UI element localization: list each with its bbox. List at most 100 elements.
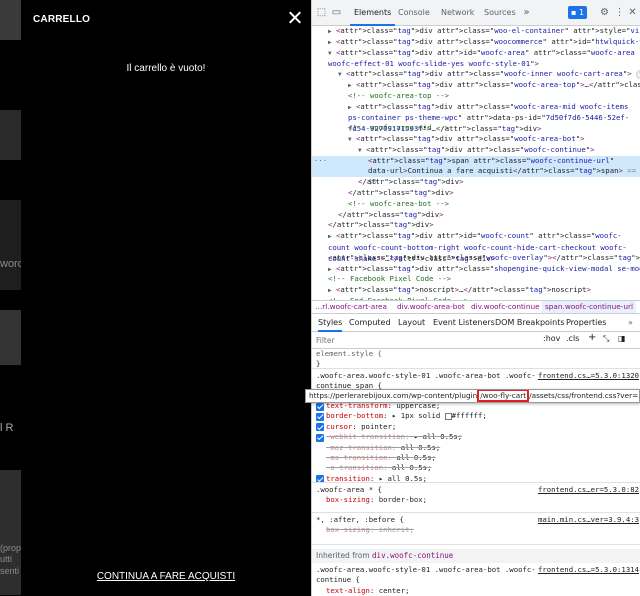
tab-sources[interactable]: Sources bbox=[480, 0, 520, 26]
color-swatch[interactable] bbox=[444, 412, 452, 420]
property-value: border-box; bbox=[378, 495, 428, 505]
kebab-menu-icon[interactable]: ⋮ bbox=[613, 6, 626, 19]
dom-node[interactable]: ▼ <attr">class="tag">div attr">class="woo… bbox=[312, 134, 640, 145]
css-property-overridden[interactable]: -webkit-transition: ▸ all 0.5s; bbox=[316, 432, 487, 442]
css-property[interactable]: cursor: pointer; bbox=[316, 422, 487, 432]
close-devtools-icon[interactable]: ✕ bbox=[626, 6, 639, 19]
gear-icon[interactable]: ⚙ bbox=[598, 6, 611, 19]
css-property-overridden[interactable]: box-sizing: inherit; bbox=[316, 525, 640, 535]
property-checkbox[interactable] bbox=[316, 412, 324, 421]
dom-node[interactable]: ▶ <attr">class="tag">noscript>…</attr">cl… bbox=[312, 285, 640, 296]
tab-dom-breakpoints[interactable]: DOM Breakpoints bbox=[495, 314, 565, 332]
hover-state-toggle[interactable]: :hov bbox=[543, 334, 560, 343]
dom-node[interactable]: ▶ <attr">class="tag">div attr">class="woo… bbox=[312, 37, 640, 48]
css-property[interactable]: text-align: center; bbox=[316, 586, 640, 596]
dom-node[interactable]: <attr">class="tag">div attr">class="woof… bbox=[312, 253, 640, 264]
tab-properties[interactable]: Properties bbox=[566, 314, 606, 332]
dom-node[interactable]: ▶ <attr">class="tag">div attr">id="woofc-… bbox=[312, 231, 640, 263]
dom-node-selected[interactable]: <attr">class="tag">span attr">class="woo… bbox=[312, 155, 640, 186]
rule-selector: .woofc-area.woofc-style-01 .woofc-area-b… bbox=[316, 565, 536, 585]
device-toolbar-icon[interactable]: ▭ bbox=[330, 6, 343, 19]
property-value: ▸ all 0.5s; bbox=[378, 473, 428, 483]
expand-toggle-icon[interactable]: ▶ bbox=[348, 103, 356, 114]
dom-node[interactable]: <!-- woofc-area-mid --> bbox=[312, 123, 640, 134]
styles-filter-bar: :hov .cls + ⤡ ◨ bbox=[312, 332, 640, 349]
property-value: ▸ all 0.5s; bbox=[413, 432, 463, 442]
tab-layout[interactable]: Layout bbox=[398, 314, 425, 332]
class-toggle[interactable]: .cls bbox=[566, 334, 579, 343]
property-checkbox[interactable] bbox=[316, 433, 324, 442]
styles-tabbar: Styles Computed Layout Event Listeners D… bbox=[312, 314, 640, 332]
property-checkbox[interactable] bbox=[316, 423, 324, 432]
dom-node[interactable]: ▶ <attr">class="tag">div attr">class="woo… bbox=[312, 80, 640, 91]
more-tabs-icon[interactable]: » bbox=[520, 6, 533, 19]
paint-icon[interactable]: ⤡ bbox=[603, 334, 609, 344]
property-name: border-bottom bbox=[326, 411, 384, 421]
rule-source-link[interactable]: frontend.cs…er=5.3.0:82 bbox=[538, 485, 639, 495]
messages-badge[interactable]: ▪ 1 bbox=[568, 6, 588, 19]
breadcrumb-item[interactable]: …rl.woofc-cart-area bbox=[312, 301, 390, 313]
tab-styles[interactable]: Styles bbox=[318, 314, 343, 332]
css-property-overridden[interactable]: -o-transition: all 0.5s; bbox=[316, 463, 487, 473]
css-rule-woofc-area-all: frontend.cs…er=5.3.0:82 .woofc-area * { … bbox=[312, 485, 640, 513]
dom-node[interactable]: ▶ <attr">class="tag">div attr">class="sho… bbox=[312, 264, 640, 275]
dom-node[interactable]: ▶ <attr">class="tag">div attr">class="woo… bbox=[312, 26, 640, 37]
tab-console[interactable]: Console bbox=[394, 0, 434, 26]
inherited-from-header: Inherited from div.woofc-continue bbox=[312, 549, 640, 563]
node-actions-icon[interactable]: ··· bbox=[314, 156, 327, 167]
property-checkbox[interactable] bbox=[316, 402, 324, 411]
breadcrumb-item-current[interactable]: span.woofc-continue-url bbox=[542, 301, 636, 313]
rule-source-link[interactable]: frontend.cs…=5.3.0:1320 bbox=[538, 371, 639, 381]
close-icon[interactable] bbox=[285, 8, 305, 28]
dom-node[interactable]: ▼ <attr">class="tag">div attr">class="woo… bbox=[312, 145, 640, 156]
rule-source-link[interactable]: frontend.cs…=5.3.0:1314 bbox=[538, 565, 639, 575]
property-value: pointer; bbox=[361, 421, 397, 431]
css-property[interactable]: transition: ▸ all 0.5s; bbox=[316, 473, 487, 483]
tab-computed[interactable]: Computed bbox=[349, 314, 391, 332]
inherited-element-link[interactable]: div.woofc-continue bbox=[372, 551, 453, 560]
tab-event-listeners[interactable]: Event Listeners bbox=[433, 314, 495, 332]
css-property-overridden[interactable]: -moz-transition: all 0.5s; bbox=[316, 443, 487, 453]
add-rule-icon[interactable]: + bbox=[588, 332, 596, 343]
tooltip-url-highlight: /woo-fly-cart bbox=[477, 390, 530, 402]
styles-filter-input[interactable] bbox=[316, 335, 526, 346]
tab-network[interactable]: Network bbox=[437, 0, 478, 26]
background-page-strip bbox=[0, 0, 21, 40]
expand-toggle-icon[interactable]: ▼ bbox=[328, 49, 336, 60]
dom-node[interactable]: <!-- woofc-area-bot --> bbox=[312, 199, 640, 210]
rule-source-link[interactable]: main.min.cs…ver=3.9.4:3 bbox=[538, 515, 639, 525]
css-property-overridden[interactable]: -ms-transition: all 0.5s; bbox=[316, 453, 487, 463]
source-url-tooltip: https://perlerarebijoux.com/wp-content/p… bbox=[305, 389, 640, 403]
property-name: box-sizing bbox=[326, 525, 370, 535]
property-name: box-sizing bbox=[326, 495, 370, 505]
breadcrumb-item[interactable]: div.woofc-area-bot bbox=[394, 301, 468, 313]
dom-node[interactable]: ▼ <attr">class="tag">div attr">id="woofc-… bbox=[312, 48, 640, 70]
dom-node[interactable]: <!-- woofc-area-top --> bbox=[312, 91, 640, 102]
inspect-element-icon[interactable]: ⬚ bbox=[315, 6, 328, 19]
more-tabs-icon[interactable]: » bbox=[628, 314, 633, 332]
breadcrumb-item[interactable]: div.woofc-continue bbox=[468, 301, 543, 313]
dom-node[interactable]: <!-- Facebook Pixel Code --> bbox=[312, 274, 640, 285]
dom-node[interactable]: </attr">class="tag">div> bbox=[312, 177, 640, 188]
dom-node[interactable]: ▼ <attr">class="tag">div attr">class="woo… bbox=[312, 69, 640, 80]
dom-node[interactable]: </attr">class="tag">div> bbox=[312, 188, 640, 199]
devtools-tabbar: ⬚ ▭ Elements Console Network Sources » ▪… bbox=[312, 0, 640, 26]
property-value: all 0.5s; bbox=[396, 452, 436, 462]
expand-toggle-icon[interactable]: ▶ bbox=[328, 232, 336, 243]
property-checkbox[interactable] bbox=[316, 475, 324, 482]
sidebar-toggle-icon[interactable]: ◨ bbox=[618, 334, 626, 343]
continue-shopping-link[interactable]: CONTINUA A FARE ACQUISTI bbox=[21, 571, 311, 582]
dom-node[interactable]: ▶ <attr">class="tag">div attr">class="woo… bbox=[312, 102, 640, 134]
rule-brace: } bbox=[316, 359, 321, 369]
property-name: transition bbox=[326, 473, 370, 483]
dom-node[interactable]: </attr">class="tag">div> bbox=[312, 220, 640, 231]
dom-node[interactable]: </attr">class="tag">div> bbox=[312, 210, 640, 221]
property-name: text-align bbox=[326, 585, 370, 595]
property-name: -webkit-transition bbox=[326, 432, 406, 442]
tab-elements[interactable]: Elements bbox=[350, 0, 396, 26]
css-property[interactable]: border-bottom: ▸ 1px solid #ffffff; bbox=[316, 411, 487, 421]
cart-title: CARRELLO bbox=[33, 14, 91, 25]
flex-badge[interactable]: flex bbox=[636, 69, 640, 79]
css-property[interactable]: box-sizing: border-box; bbox=[316, 495, 640, 505]
property-value: ▸ 1px solid bbox=[391, 411, 445, 421]
